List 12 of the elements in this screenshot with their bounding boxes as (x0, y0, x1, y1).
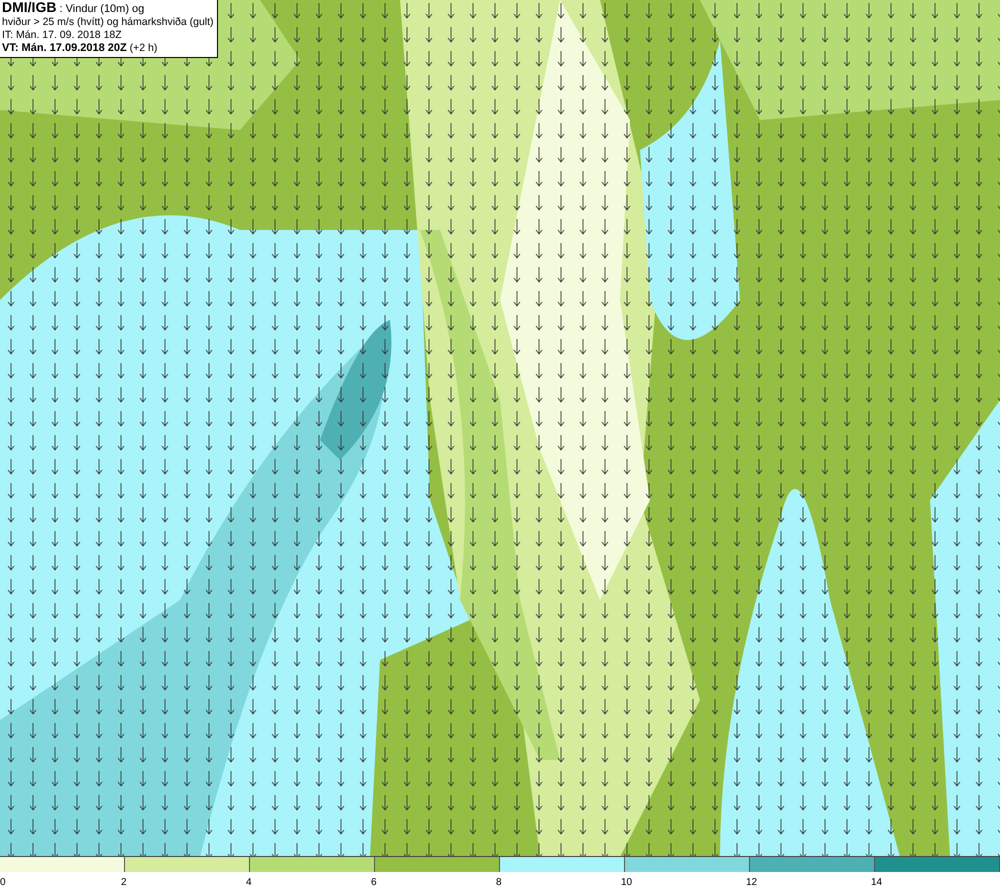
legend-label: 12 (746, 877, 758, 887)
caption-line: hviður > 25 m/s (hvítt) og hámarkshviða (gult) (2, 16, 214, 29)
legend-label: 2 (121, 877, 127, 887)
caption-line: IT: Mán. 17. 09. 2018 18Z (2, 29, 123, 42)
caption-line: VT: Mán. 17.09.2018 20Z (+2 h) (2, 42, 158, 55)
legend-label: 8 (496, 877, 502, 887)
legend-label: 6 (371, 877, 377, 887)
legend-label: 14 (871, 877, 882, 887)
caption-line: DMI/IGB : Vindur (10m) og (2, 1, 146, 16)
legend-label: 4 (246, 877, 252, 887)
legend-label: 10 (621, 877, 632, 887)
legend-label: 0 (0, 877, 6, 887)
